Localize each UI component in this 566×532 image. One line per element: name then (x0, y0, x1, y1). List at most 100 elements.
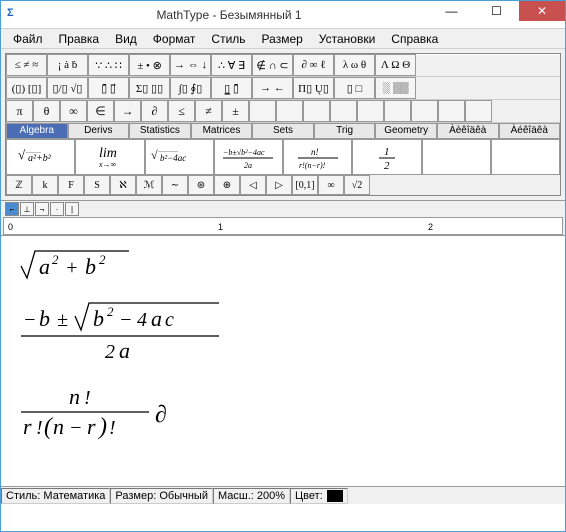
palette-btn-r1-3[interactable]: ± • ⊗ (129, 54, 170, 76)
tab-àèêîäêà[interactable]: Àèêîäêà (437, 123, 499, 139)
palette-btn-r3-4[interactable]: → (114, 100, 141, 122)
palette-btn-r3-11[interactable] (303, 100, 330, 122)
small-btn-5[interactable]: ℳ (136, 175, 162, 195)
palette-btn-r3-8[interactable]: ± (222, 100, 249, 122)
small-btn-12[interactable]: ∞ (318, 175, 344, 195)
small-btn-9[interactable]: ◁ (240, 175, 266, 195)
palette-btn-r2-4[interactable]: ∫▯ ∮▯ (170, 77, 211, 99)
tab-geometry[interactable]: Geometry (375, 123, 437, 139)
menu-format[interactable]: Формат (145, 30, 204, 48)
palette-btn-r3-15[interactable] (411, 100, 438, 122)
palette-btn-r1-9[interactable]: Λ Ω Θ (375, 54, 416, 76)
ruler-tab-left[interactable]: ⌐ (5, 202, 19, 216)
palette-btn-r1-2[interactable]: ∵ ∴ ∷ (88, 54, 129, 76)
palette-btn-r3-2[interactable]: ∞ (60, 100, 87, 122)
editor-canvas[interactable]: a2+b2 −b±b2−4ac2a n!r!(n−r)!∂ (1, 236, 565, 486)
palette-btn-r3-1[interactable]: θ (33, 100, 60, 122)
small-btn-2[interactable]: F (58, 175, 84, 195)
menu-size[interactable]: Размер (254, 30, 311, 48)
palette-btn-r2-5[interactable]: ▯̲ ▯̄ (211, 77, 252, 99)
template-half[interactable]: 12 (352, 139, 421, 175)
template-sqrt-sum[interactable]: √______a²+b² (6, 139, 75, 175)
palette-btn-r3-7[interactable]: ≠ (195, 100, 222, 122)
template-row: √______a²+b² limx→∞ √________b²−4ac −b±√… (6, 139, 560, 175)
tab-trig[interactable]: Trig (314, 123, 376, 139)
tab-àéêîäêà[interactable]: Àéêîäêà (499, 123, 561, 139)
palette-btn-r1-8[interactable]: λ ω θ (334, 54, 375, 76)
palette-btn-r2-7[interactable]: Π▯ Ų▯ (293, 77, 334, 99)
palette-btn-r3-6[interactable]: ≤ (168, 100, 195, 122)
palette-btn-r2-2[interactable]: ▯̄ ▯⃗ (88, 77, 129, 99)
small-btn-8[interactable]: ⊕ (214, 175, 240, 195)
small-btn-7[interactable]: ⊛ (188, 175, 214, 195)
small-btn-1[interactable]: k (32, 175, 58, 195)
svg-text:4: 4 (137, 309, 147, 331)
tab-derivs[interactable]: Derivs (68, 123, 130, 139)
menu-style[interactable]: Стиль (203, 30, 253, 48)
palette-btn-r1-6[interactable]: ∉ ∩ ⊂ (252, 54, 293, 76)
small-btn-6[interactable]: ∼ (162, 175, 188, 195)
palette-btn-r3-3[interactable]: ∈ (87, 100, 114, 122)
template-discriminant[interactable]: √________b²−4ac (145, 139, 214, 175)
small-btn-13[interactable]: √2 (344, 175, 370, 195)
menu-edit[interactable]: Правка (51, 30, 108, 48)
palette-btn-r1-0[interactable]: ≤ ≠ ≈ (6, 54, 47, 76)
minimize-button[interactable]: — (429, 1, 474, 21)
status-color: Цвет: (290, 488, 348, 504)
ruler-tab-center[interactable]: ⊥ (20, 202, 34, 216)
svg-text:2a: 2a (244, 161, 252, 170)
small-btn-0[interactable]: ℤ (6, 175, 32, 195)
svg-text:c: c (165, 309, 174, 331)
ruler-tab-bar[interactable]: | (65, 202, 79, 216)
equation-3[interactable]: n!r!(n−r)!∂ (19, 382, 547, 448)
tab-statistics[interactable]: Statistics (129, 123, 191, 139)
palette-btn-r3-17[interactable] (465, 100, 492, 122)
tab-matrices[interactable]: Matrices (191, 123, 253, 139)
palette-btn-r1-1[interactable]: ¡ ȧ ḃ (47, 54, 88, 76)
tab-algebra[interactable]: Algebra (6, 123, 68, 139)
small-btn-4[interactable]: ℵ (110, 175, 136, 195)
palette-btn-r2-0[interactable]: (▯) [▯] (6, 77, 47, 99)
palette-btn-r2-9[interactable]: ░ ▒▒ (375, 77, 416, 99)
palette-btn-r1-4[interactable]: → ⇔ ↓ (170, 54, 211, 76)
palette-btn-r2-1[interactable]: ▯/▯ √▯ (47, 77, 88, 99)
ruler-tab-decimal[interactable]: · (50, 202, 64, 216)
palette-btn-r3-12[interactable] (330, 100, 357, 122)
color-swatch[interactable] (327, 490, 343, 502)
equation-2[interactable]: −b±b2−4ac2a (19, 302, 547, 368)
ruler-tab-right[interactable]: ¬ (35, 202, 49, 216)
template-empty-1[interactable] (422, 139, 491, 175)
palette-btn-r3-16[interactable] (438, 100, 465, 122)
palette-btn-r2-6[interactable]: → ← (252, 77, 293, 99)
ruler[interactable]: 0 1 2 (3, 217, 563, 235)
maximize-button[interactable]: ☐ (474, 1, 519, 21)
svg-text:r!(n−r)!: r!(n−r)! (299, 161, 326, 170)
palette-btn-r2-8[interactable]: ▯ □ (334, 77, 375, 99)
svg-text:−: − (119, 309, 133, 331)
palette-btn-r3-10[interactable] (276, 100, 303, 122)
palette-btn-r1-5[interactable]: ∴ ∀ ∃ (211, 54, 252, 76)
palette-btn-r3-13[interactable] (357, 100, 384, 122)
small-btn-11[interactable]: [0,1] (292, 175, 318, 195)
tab-sets[interactable]: Sets (252, 123, 314, 139)
menu-help[interactable]: Справка (383, 30, 446, 48)
equation-1[interactable]: a2+b2 (19, 246, 547, 288)
template-limit[interactable]: limx→∞ (75, 139, 144, 175)
palette-btn-r3-9[interactable] (249, 100, 276, 122)
template-binomial[interactable]: n! r!(n−r)! (283, 139, 352, 175)
palette-btn-r3-5[interactable]: ∂ (141, 100, 168, 122)
small-symbol-row: ℤkFSℵℳ∼⊛⊕◁▷[0,1]∞√2 (6, 175, 560, 195)
svg-text:n!: n! (311, 147, 319, 157)
template-quadratic[interactable]: −b±√b²−4ac2a (214, 139, 283, 175)
palette-btn-r3-14[interactable] (384, 100, 411, 122)
template-empty-2[interactable] (491, 139, 560, 175)
small-btn-10[interactable]: ▷ (266, 175, 292, 195)
close-button[interactable]: ✕ (519, 1, 565, 21)
palette-btn-r1-7[interactable]: ∂ ∞ ℓ (293, 54, 334, 76)
palette-btn-r3-0[interactable]: π (6, 100, 33, 122)
menu-view[interactable]: Вид (107, 30, 145, 48)
menu-prefs[interactable]: Установки (311, 30, 383, 48)
small-btn-3[interactable]: S (84, 175, 110, 195)
palette-btn-r2-3[interactable]: Σ▯ ▯▯ (129, 77, 170, 99)
menu-file[interactable]: Файл (5, 30, 51, 48)
